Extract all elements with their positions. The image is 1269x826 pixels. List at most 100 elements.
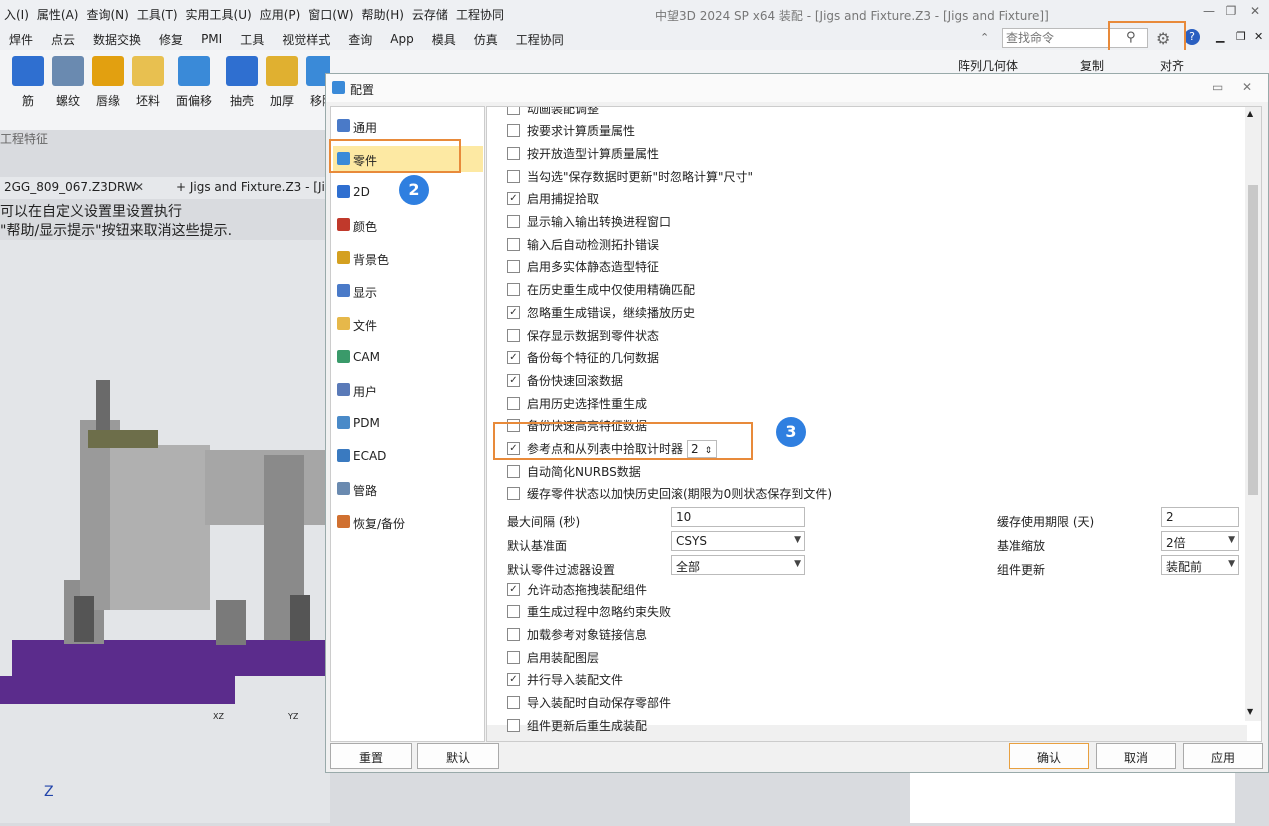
ribbon-button[interactable]: 加厚 (262, 56, 302, 109)
cache-days-input[interactable]: 2 (1161, 507, 1239, 527)
option-row[interactable]: 重生成过程中忽略约束失败 (507, 602, 671, 622)
checkbox[interactable]: ✓ (507, 373, 520, 387)
ribbon-tab[interactable]: 视觉样式 (273, 31, 339, 48)
doc-tab-assembly[interactable]: + Jigs and Fixture.Z3 - [Jig (176, 180, 332, 194)
option-row[interactable]: 缓存零件状态以加快历史回滚(期限为0则状态保存到文件) (507, 484, 832, 504)
doc-tab-drawing[interactable]: 2GG_809_067.Z3DRW (4, 180, 137, 194)
datum-scale-select[interactable]: 2倍 ▼ (1161, 531, 1239, 551)
option-row[interactable]: 启用历史选择性重生成 (507, 393, 647, 413)
component-update-select[interactable]: 装配前 ▼ (1161, 555, 1239, 575)
option-row[interactable]: 启用多实体静态造型特征 (507, 257, 659, 277)
menu-item[interactable]: 应用(P) (256, 6, 305, 23)
option-row[interactable]: ✓ 并行导入装配文件 (507, 670, 623, 690)
menu-item[interactable]: 窗口(W) (304, 6, 357, 23)
option-row[interactable]: ✓ 备份快速回滚数据 (507, 370, 623, 390)
cancel-button[interactable]: 取消 (1096, 743, 1176, 769)
option-row[interactable]: ✓ 启用捕捉拾取 (507, 189, 599, 209)
checkbox[interactable] (507, 283, 520, 297)
dialog-close-icon[interactable]: ✕ (1242, 80, 1252, 94)
ribbon-button[interactable]: 螺纹 (48, 56, 88, 109)
checkbox[interactable]: ✓ (507, 582, 520, 596)
ribbon-tab[interactable]: App (381, 32, 422, 46)
checkbox[interactable] (507, 107, 520, 115)
ribbon-tab[interactable]: PMI (192, 32, 231, 46)
copy-button[interactable]: 复制 (1080, 57, 1104, 74)
nav-item[interactable]: 用户 (333, 377, 483, 403)
menu-item[interactable]: 入(I) (0, 6, 33, 23)
nav-item[interactable]: CAM (333, 344, 483, 370)
nav-item[interactable]: 管路 (333, 476, 483, 502)
checkbox[interactable] (507, 605, 520, 619)
ribbon-tab[interactable]: 点云 (42, 31, 84, 48)
option-row[interactable]: 动画装配调整 (507, 107, 599, 118)
menu-item[interactable]: 属性(A) (33, 6, 83, 23)
reset-button[interactable]: 重置 (330, 743, 412, 769)
ribbon-tab[interactable]: 模具 (423, 31, 465, 48)
option-row[interactable]: 按要求计算质量属性 (507, 121, 635, 141)
ribbon-button[interactable]: 筋 (8, 56, 48, 109)
nav-item[interactable]: 恢复/备份 (333, 509, 483, 535)
ribbon-button[interactable]: 面偏移 (174, 56, 214, 109)
pattern-geometry-button[interactable]: 阵列几何体 (958, 57, 1018, 74)
option-row[interactable]: 加载参考对象链接信息 (507, 624, 647, 644)
checkbox[interactable] (507, 396, 520, 410)
max-interval-input[interactable]: 10 (671, 507, 805, 527)
scroll-thumb[interactable] (1248, 185, 1258, 495)
checkbox[interactable] (507, 718, 520, 732)
menu-item[interactable]: 工程协同 (452, 6, 508, 23)
checkbox[interactable]: ✓ (507, 192, 520, 206)
ribbon-tab[interactable]: 工程协同 (507, 31, 573, 48)
close-tab-icon[interactable]: ✕ (134, 180, 144, 194)
nav-item[interactable]: 颜色 (333, 212, 483, 238)
default-plane-select[interactable]: CSYS ▼ (671, 531, 805, 551)
checkbox[interactable] (507, 215, 520, 228)
ribbon-tab[interactable]: 查询 (339, 31, 381, 48)
option-row[interactable]: 当勾选"保存数据时更新"时忽略计算"尺寸" (507, 166, 753, 186)
ribbon-restore-icon[interactable]: ❐ (1236, 30, 1246, 43)
scroll-up-icon[interactable]: ▲ (1247, 109, 1253, 118)
nav-item[interactable]: ECAD (333, 443, 483, 469)
ribbon-tab[interactable]: 修复 (150, 31, 192, 48)
align-button[interactable]: 对齐 (1160, 57, 1184, 74)
3d-viewport[interactable]: XZ YZ (0, 240, 330, 823)
ribbon-tab[interactable]: 工具 (231, 31, 273, 48)
collapse-ribbon-icon[interactable]: ⌃ (980, 31, 989, 44)
checkbox[interactable] (507, 627, 520, 641)
ribbon-tab[interactable]: 仿真 (465, 31, 507, 48)
option-row[interactable]: 显示输入输出转换进程窗口 (507, 212, 671, 232)
nav-item[interactable]: 文件 (333, 311, 483, 337)
checkbox[interactable] (507, 124, 520, 138)
dialog-pin-icon[interactable]: ▭ (1212, 80, 1223, 94)
ok-button[interactable]: 确认 (1009, 743, 1089, 769)
help-icon[interactable]: ? (1184, 29, 1200, 45)
close-icon[interactable]: ✕ (1246, 4, 1264, 22)
restore-icon[interactable]: ❐ (1222, 4, 1240, 22)
option-row[interactable]: 启用装配图层 (507, 647, 599, 667)
checkbox[interactable] (507, 650, 520, 664)
ribbon-minimize-icon[interactable]: ▁ (1216, 30, 1224, 43)
option-row[interactable]: 在历史重生成中仅使用精确匹配 (507, 280, 695, 300)
scroll-down-icon[interactable]: ▼ (1247, 707, 1253, 716)
minimize-icon[interactable]: — (1200, 4, 1218, 22)
option-row[interactable]: 自动简化NURBS数据 (507, 461, 641, 481)
menu-item[interactable]: 工具(T) (133, 6, 182, 23)
checkbox[interactable] (507, 487, 520, 501)
option-row[interactable]: 保存显示数据到零件状态 (507, 325, 659, 345)
option-row[interactable]: ✓ 允许动态拖拽装配组件 (507, 579, 647, 599)
option-row[interactable]: ✓ 备份每个特征的几何数据 (507, 348, 659, 368)
ribbon-close-icon[interactable]: ✕ (1254, 30, 1263, 43)
vertical-scrollbar[interactable]: ▲ ▼ (1245, 107, 1261, 721)
checkbox[interactable]: ✓ (507, 673, 520, 687)
ribbon-button[interactable]: 抽壳 (222, 56, 262, 109)
ribbon-button[interactable]: 唇缘 (88, 56, 128, 109)
menu-item[interactable]: 云存储 (408, 6, 452, 23)
option-row[interactable]: 按开放造型计算质量属性 (507, 143, 659, 163)
checkbox[interactable] (507, 696, 520, 709)
checkbox[interactable]: ✓ (507, 305, 520, 319)
checkbox[interactable] (507, 146, 520, 160)
nav-item[interactable]: 背景色 (333, 245, 483, 271)
menu-item[interactable]: 帮助(H) (358, 6, 408, 23)
checkbox[interactable] (507, 328, 520, 342)
checkbox[interactable] (507, 260, 520, 274)
option-row[interactable]: 导入装配时自动保存零部件 (507, 693, 671, 713)
